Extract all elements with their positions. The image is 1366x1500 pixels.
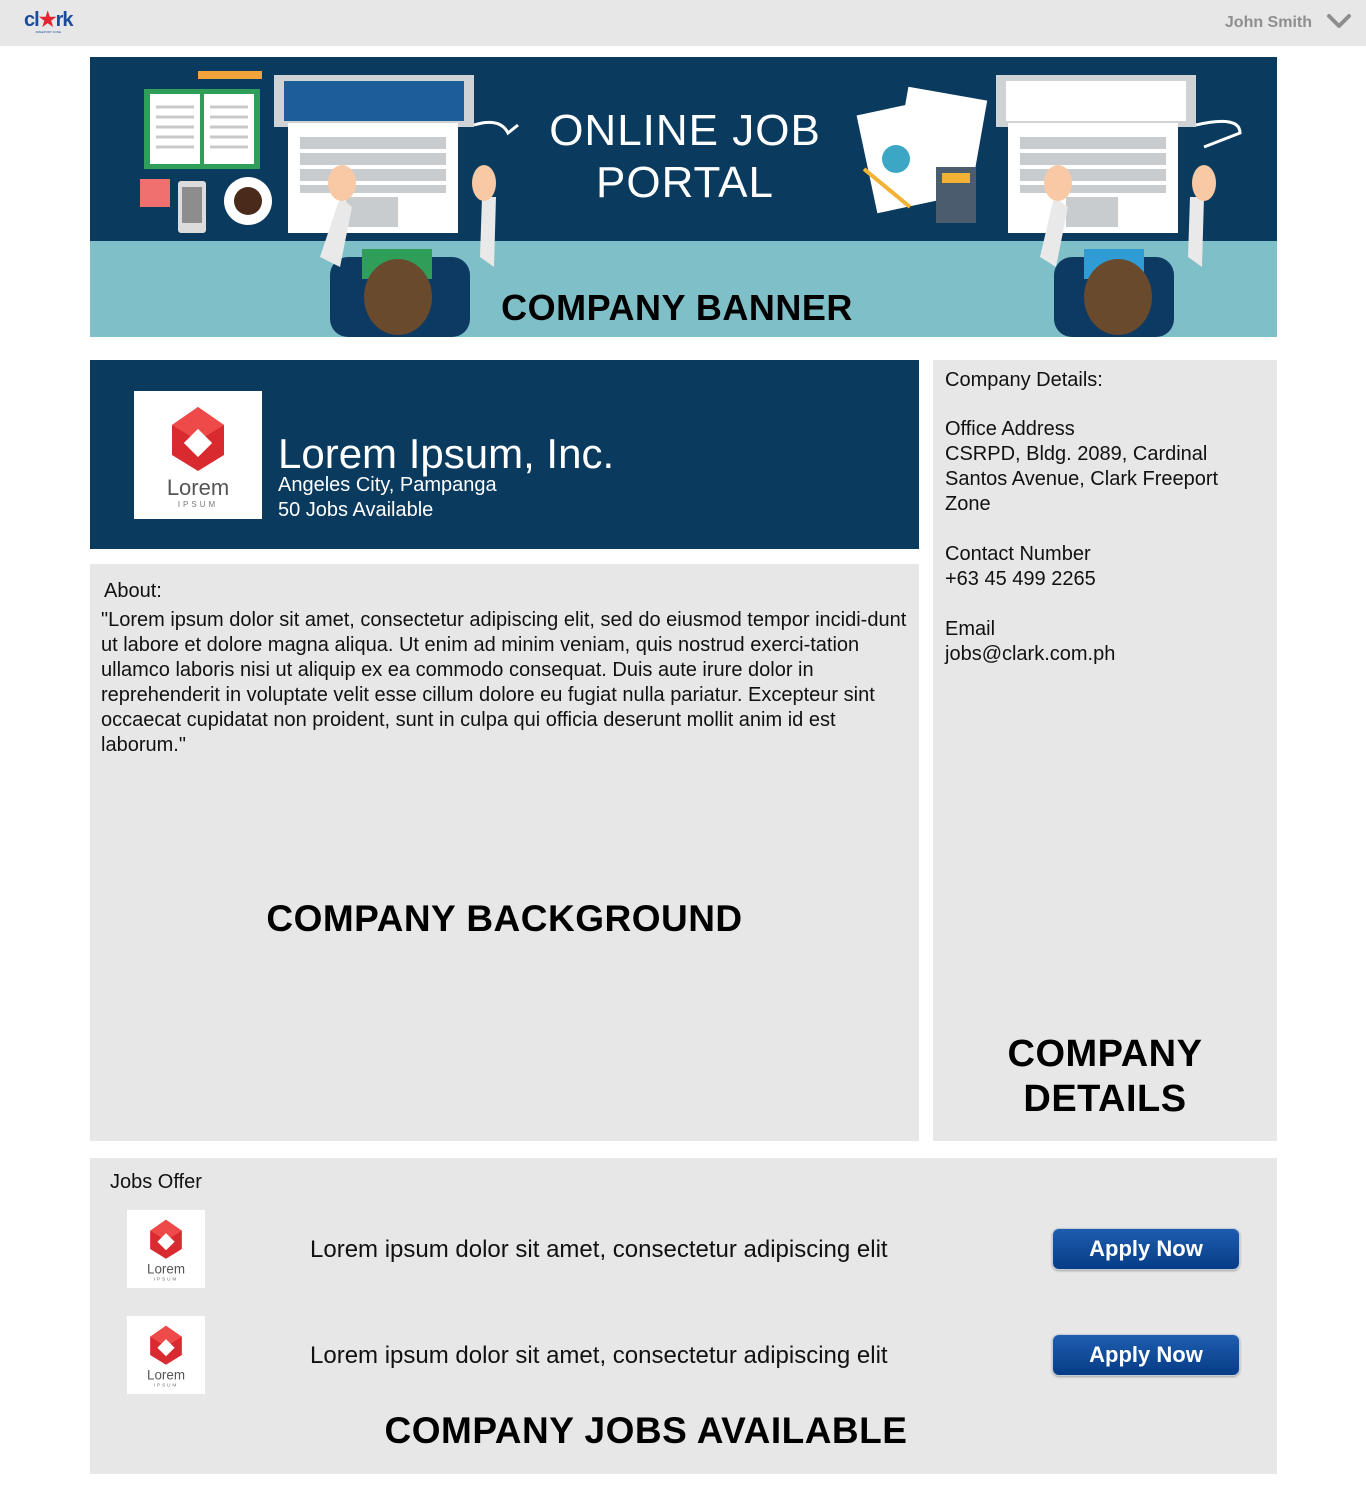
email-label: Email [945,618,996,640]
office-address-value: CSRPD, Bldg. 2089, Cardinal Santos Avenu… [945,443,1219,515]
user-name[interactable]: John Smith [1225,14,1312,32]
company-background-panel: About: "Lorem ipsum dolor sit amet, cons… [90,564,919,1141]
svg-text:Lorem: Lorem [147,1261,185,1276]
svg-text:IPSUM: IPSUM [154,1277,179,1283]
company-profile-header: Lorem IPSUM Lorem Ipsum, Inc. Angeles Ci… [90,360,919,549]
company-name: Lorem Ipsum, Inc. [278,430,615,477]
company-banner-label: COMPANY BANNER [501,287,853,328]
job-title[interactable]: Lorem ipsum dolor sit amet, consectetur … [310,1236,888,1264]
clark-logo[interactable]: cl★rk FREEPORT ZONE [24,9,74,36]
banner-title-line1: ONLINE JOB [549,106,821,155]
office-address-label: Office Address [945,418,1075,440]
company-background-label: COMPANY BACKGROUND [266,898,743,939]
job-title[interactable]: Lorem ipsum dolor sit amet, consectetur … [310,1342,888,1370]
company-details-label: COMPANY DETAILS [933,1032,1277,1122]
company-details-label-line2: DETAILS [1023,1078,1187,1120]
company-details-panel: Company Details: Office Address CSRPD, B… [933,360,1277,1141]
lorem-logo-icon: Lorem IPSUM [147,1325,185,1389]
contact-number-value: +63 45 499 2265 [945,568,1096,590]
banner-title-line2: PORTAL [596,158,774,207]
company-jobs-panel: Jobs Offer Lorem IPSUM Lorem ipsum dolor… [90,1158,1277,1474]
svg-text:IPSUM: IPSUM [154,1383,179,1389]
top-bar: cl★rk FREEPORT ZONE John Smith [0,0,1366,46]
company-location: Angeles City, Pampanga [278,474,497,496]
logo-sub-text: IPSUM [178,500,218,509]
company-details-label-line1: COMPANY [1007,1033,1203,1075]
logo-text: cl★rk [24,9,74,31]
banner-title: ONLINE JOB PORTAL [540,105,830,209]
company-logo: Lorem IPSUM [134,391,262,519]
apply-now-button[interactable]: Apply Now [1052,1334,1240,1376]
contact-number-label: Contact Number [945,543,1091,565]
job-logo: Lorem IPSUM [127,1316,205,1394]
logo-tagline: FREEPORT ZONE [35,30,61,34]
apply-now-button[interactable]: Apply Now [1052,1228,1240,1270]
company-details-heading: Company Details: [945,369,1103,391]
logo-name-text: Lorem [167,475,229,500]
lorem-logo-icon: Lorem IPSUM [147,1219,185,1283]
chevron-down-icon[interactable] [1326,10,1352,32]
jobs-available-count[interactable]: 50 Jobs Available [278,499,433,522]
email-value[interactable]: jobs@clark.com.ph [945,642,1265,667]
jobs-offer-title: Jobs Offer [110,1171,202,1193]
company-jobs-available-label: COMPANY JOBS AVAILABLE [384,1410,908,1451]
about-text: "Lorem ipsum dolor sit amet, consectetur… [101,609,907,756]
job-logo: Lorem IPSUM [127,1210,205,1288]
svg-text:Lorem: Lorem [147,1367,185,1382]
about-label: About: [104,580,162,602]
lorem-logo-icon: Lorem IPSUM [167,407,229,509]
company-banner: ONLINE JOB PORTAL COMPANY BANNER [90,57,1277,337]
